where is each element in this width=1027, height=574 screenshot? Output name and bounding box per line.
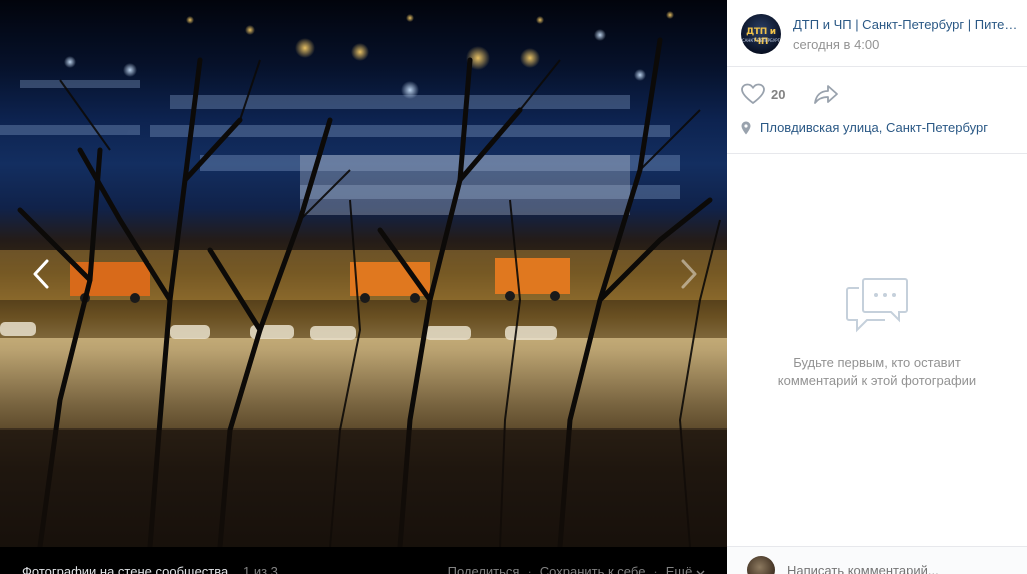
photo-viewer: Фотографии на стене сообщества 1 из 3 По… [0, 0, 727, 574]
location-link: Пловдивская улица, Санкт-Петербург [760, 120, 988, 135]
current-user-avatar[interactable] [747, 556, 775, 574]
photo-scene [0, 11, 727, 547]
chevron-right-icon [681, 259, 697, 289]
album-title-link[interactable]: Фотографии на стене сообщества [22, 564, 228, 574]
more-label: Ещё [665, 564, 693, 574]
chevron-down-icon [696, 570, 705, 574]
avatar-logo-text: ДТП и ЧП [746, 27, 776, 47]
share-link[interactable]: Поделиться [448, 564, 520, 574]
post-date[interactable]: сегодня в 4:00 [793, 37, 879, 52]
comment-composer [727, 546, 1027, 574]
viewer-bottom-bar: Фотографии на стене сообщества 1 из 3 По… [0, 547, 727, 574]
like-count: 20 [771, 86, 786, 102]
separator: · [527, 564, 532, 574]
chevron-left-icon [33, 259, 49, 289]
separator: · [653, 564, 658, 574]
post-author: ДТП и ЧП САНКТ-ПЕТЕРБУРГ ДТП и ЧП | Санк… [727, 0, 1027, 67]
community-name-link[interactable]: ДТП и ЧП | Санкт-Петербург | Питер Онлай… [793, 17, 1021, 32]
photo-counter: 1 из 3 [243, 564, 278, 574]
comment-input[interactable] [787, 563, 1007, 574]
next-photo-button[interactable] [674, 254, 704, 294]
like-button[interactable]: 20 [741, 83, 785, 105]
more-menu[interactable]: Ещё [666, 564, 705, 574]
photo-location[interactable]: Пловдивская улица, Санкт-Петербург [741, 120, 988, 135]
post-stats: 20 Пловдивская улица, Санкт-Петербург [727, 68, 1027, 154]
share-button[interactable] [813, 83, 839, 110]
photo-side-panel: ДТП и ЧП САНКТ-ПЕТЕРБУРГ ДТП и ЧП | Санк… [727, 0, 1027, 574]
share-arrow-icon [814, 85, 838, 104]
photo[interactable] [0, 0, 727, 547]
community-avatar[interactable]: ДТП и ЧП САНКТ-ПЕТЕРБУРГ [741, 14, 781, 54]
comments-icon [846, 278, 908, 333]
empty-comments-text: Будьте первым, кто оставит комментарий к… [777, 355, 977, 388]
photo-actions: Поделиться · Сохранить к себе · Ещё [448, 564, 705, 574]
location-pin-icon [741, 121, 751, 134]
heart-icon [741, 83, 765, 104]
avatar-logo-subtext: САНКТ-ПЕТЕРБУРГ [741, 38, 781, 43]
previous-photo-button[interactable] [26, 254, 56, 294]
comments-empty-state: Будьте первым, кто оставит комментарий к… [727, 276, 1027, 390]
save-to-album-link[interactable]: Сохранить к себе [540, 564, 646, 574]
